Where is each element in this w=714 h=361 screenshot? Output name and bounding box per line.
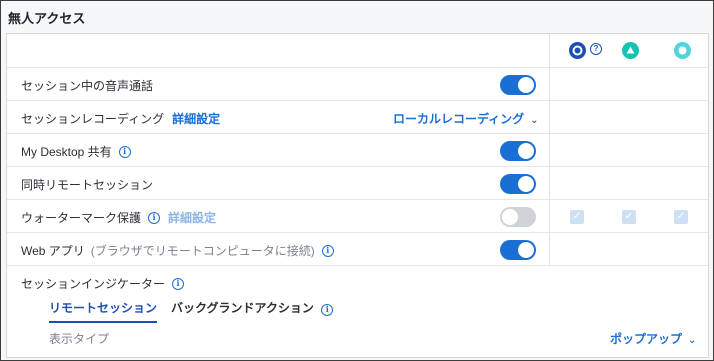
row-label: Web アプリ (ブラウザでリモートコンピュータに接続) i <box>21 242 334 259</box>
chevron-down-icon: ⌄ <box>688 335 697 346</box>
info-icon[interactable]: i <box>118 145 131 158</box>
watermark-advanced-link[interactable]: 詳細設定 <box>168 209 216 226</box>
concurrent-sessions-toggle[interactable] <box>500 174 536 194</box>
other-check-icon: ✓ <box>674 210 688 224</box>
tab-background-action[interactable]: バックグランドアクション i <box>171 299 334 320</box>
display-type-dropdown[interactable]: ポップアップ ⌄ <box>610 330 696 347</box>
row-label: ウォーターマーク保護 i 詳細設定 <box>21 209 217 226</box>
help-icon[interactable]: ? <box>590 43 602 55</box>
display-type-label: 表示タイプ <box>49 332 110 346</box>
info-icon[interactable]: i <box>148 211 161 224</box>
row-my-desktop-share: My Desktop 共有 i <box>7 133 708 166</box>
row-session-recording: セッションレコーディング 詳細設定 ローカルレコーディング ⌄ <box>7 100 708 133</box>
row-label: セッションインジケーター i <box>21 275 185 292</box>
voice-call-toggle[interactable] <box>500 75 536 95</box>
row-label: セッションレコーディング 詳細設定 <box>21 110 221 127</box>
settings-frame: 無人アクセス ? セッション中の音声通話 セッションレコーディング 詳細設定 ロ… <box>0 0 714 361</box>
row-label: My Desktop 共有 i <box>21 143 131 160</box>
indicator-subtabs: リモートセッション バックグランドアクション i <box>49 299 347 323</box>
windows-gear-icon <box>569 42 586 59</box>
my-desktop-toggle[interactable] <box>500 141 536 161</box>
row-watermark: ウォーターマーク保護 i 詳細設定 ✓ ✓ ✓ <box>7 199 708 232</box>
windows-check-icon: ✓ <box>570 210 584 224</box>
other-os-circle-icon <box>674 42 691 59</box>
android-check-icon: ✓ <box>622 210 636 224</box>
watermark-toggle[interactable] <box>500 207 536 227</box>
web-app-toggle[interactable] <box>500 240 536 260</box>
web-app-description: (ブラウザでリモートコンピュータに接続) <box>90 244 315 258</box>
info-icon[interactable]: i <box>172 277 185 290</box>
info-icon[interactable]: i <box>321 303 334 316</box>
row-web-app: Web アプリ (ブラウザでリモートコンピュータに接続) i <box>7 232 708 265</box>
recording-mode-dropdown[interactable]: ローカルレコーディング ⌄ <box>393 110 539 127</box>
tab-remote-session[interactable]: リモートセッション <box>49 299 158 323</box>
row-label: セッション中の音声通話 <box>21 79 154 93</box>
row-voice-call: セッション中の音声通話 <box>7 67 708 100</box>
recording-advanced-link[interactable]: 詳細設定 <box>172 110 220 127</box>
settings-card: ? セッション中の音声通話 セッションレコーディング 詳細設定 ローカルレコーデ… <box>6 33 709 358</box>
android-triangle-icon <box>622 42 639 59</box>
chevron-down-icon: ⌄ <box>530 115 539 126</box>
info-icon[interactable]: i <box>321 244 334 257</box>
row-concurrent-sessions: 同時リモートセッション <box>7 166 708 199</box>
section-title: 無人アクセス <box>8 11 86 26</box>
row-label: 同時リモートセッション <box>21 178 154 192</box>
